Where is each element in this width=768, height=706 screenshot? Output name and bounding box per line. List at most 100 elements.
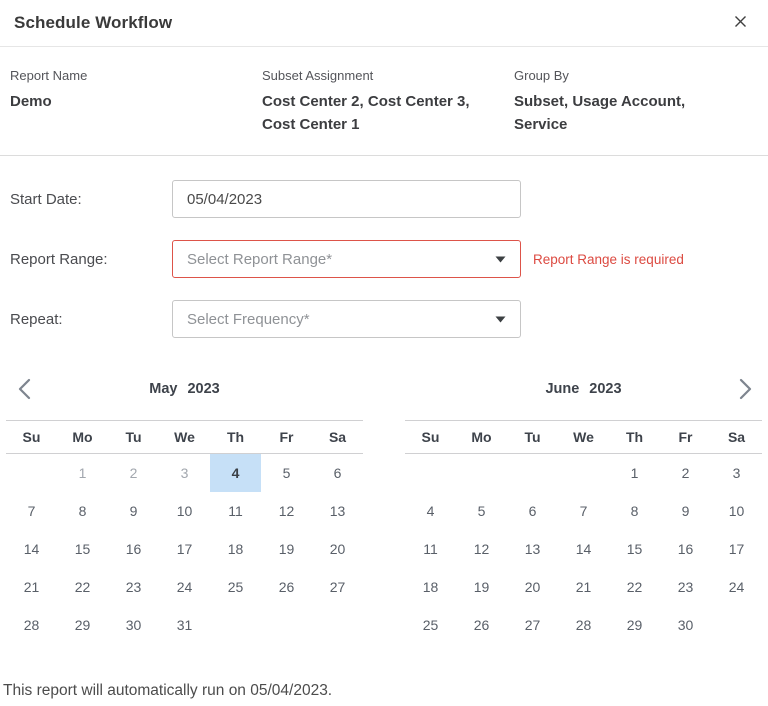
calendar-day[interactable]: 4 bbox=[210, 454, 261, 492]
calendar-day[interactable]: 31 bbox=[159, 606, 210, 644]
weekday-row: SuMoTuWeThFrSa bbox=[6, 420, 363, 454]
calendar-day[interactable]: 5 bbox=[456, 492, 507, 530]
calendar-day[interactable]: 6 bbox=[507, 492, 558, 530]
calendar-day[interactable]: 19 bbox=[456, 568, 507, 606]
calendar-day[interactable]: 27 bbox=[507, 606, 558, 644]
month-year: 2023 bbox=[589, 381, 621, 397]
calendar-day[interactable]: 2 bbox=[660, 454, 711, 492]
calendar-day[interactable]: 27 bbox=[312, 568, 363, 606]
calendar-day[interactable]: 12 bbox=[261, 492, 312, 530]
calendar-day[interactable]: 15 bbox=[609, 530, 660, 568]
calendar-day[interactable]: 18 bbox=[210, 530, 261, 568]
calendar-day[interactable]: 24 bbox=[711, 568, 762, 606]
calendar-day[interactable]: 1 bbox=[609, 454, 660, 492]
calendar-day[interactable]: 21 bbox=[558, 568, 609, 606]
report-range-select[interactable]: Select Report Range* bbox=[172, 240, 521, 278]
weekday-label: Tu bbox=[507, 421, 558, 453]
calendar-day[interactable]: 10 bbox=[159, 492, 210, 530]
calendar-day[interactable]: 25 bbox=[405, 606, 456, 644]
subset-assignment-label: Subset Assignment bbox=[262, 68, 492, 83]
calendar-day[interactable]: 30 bbox=[108, 606, 159, 644]
calendar-day-empty bbox=[261, 606, 312, 644]
calendar-day[interactable]: 21 bbox=[6, 568, 57, 606]
report-range-label: Report Range: bbox=[10, 251, 172, 268]
calendar-day[interactable]: 5 bbox=[261, 454, 312, 492]
calendar-day[interactable]: 17 bbox=[159, 530, 210, 568]
month-title: June2023 bbox=[545, 381, 621, 397]
calendar-day[interactable]: 16 bbox=[660, 530, 711, 568]
group-by-column: Group By Subset, Usage Account, Service bbox=[514, 68, 758, 136]
calendar-day[interactable]: 19 bbox=[261, 530, 312, 568]
weekday-label: Tu bbox=[108, 421, 159, 453]
calendar-day[interactable]: 25 bbox=[210, 568, 261, 606]
weekday-label: We bbox=[159, 421, 210, 453]
calendar-day[interactable]: 8 bbox=[57, 492, 108, 530]
weekday-label: We bbox=[558, 421, 609, 453]
calendar-day[interactable]: 15 bbox=[57, 530, 108, 568]
calendar-day[interactable]: 29 bbox=[609, 606, 660, 644]
calendar-day-empty bbox=[405, 454, 456, 492]
calendar-day[interactable]: 8 bbox=[609, 492, 660, 530]
calendar-day[interactable]: 26 bbox=[456, 606, 507, 644]
calendar-day[interactable]: 7 bbox=[6, 492, 57, 530]
calendar-june-header: June2023 bbox=[405, 374, 762, 404]
weekday-label: Sa bbox=[312, 421, 363, 453]
start-date-label: Start Date: bbox=[10, 191, 172, 208]
calendar-day: 2 bbox=[108, 454, 159, 492]
calendar-day[interactable]: 26 bbox=[261, 568, 312, 606]
day-grid: 1234567891011121314151617181920212223242… bbox=[405, 454, 762, 644]
chevron-left-icon bbox=[18, 378, 31, 403]
calendar-day-empty bbox=[711, 606, 762, 644]
calendar-day[interactable]: 3 bbox=[711, 454, 762, 492]
weekday-label: Mo bbox=[57, 421, 108, 453]
weekday-label: Su bbox=[405, 421, 456, 453]
calendar-day[interactable]: 23 bbox=[660, 568, 711, 606]
calendar-day[interactable]: 13 bbox=[312, 492, 363, 530]
start-date-input[interactable] bbox=[172, 180, 521, 218]
day-grid: 1234567891011121314151617181920212223242… bbox=[6, 454, 363, 644]
auto-run-note: This report will automatically run on 05… bbox=[0, 682, 768, 700]
weekday-label: Th bbox=[609, 421, 660, 453]
subset-assignment-column: Subset Assignment Cost Center 2, Cost Ce… bbox=[262, 68, 514, 136]
repeat-select[interactable]: Select Frequency* bbox=[172, 300, 521, 338]
calendar-day[interactable]: 6 bbox=[312, 454, 363, 492]
calendar-day[interactable]: 18 bbox=[405, 568, 456, 606]
calendar-day[interactable]: 22 bbox=[57, 568, 108, 606]
calendar-day[interactable]: 16 bbox=[108, 530, 159, 568]
month-year: 2023 bbox=[187, 381, 219, 397]
calendar-day-empty bbox=[558, 454, 609, 492]
calendar-day[interactable]: 7 bbox=[558, 492, 609, 530]
calendar-day[interactable]: 29 bbox=[57, 606, 108, 644]
calendar-day[interactable]: 9 bbox=[660, 492, 711, 530]
calendar-day[interactable]: 9 bbox=[108, 492, 159, 530]
modal-header: Schedule Workflow bbox=[0, 0, 768, 47]
prev-month-button[interactable] bbox=[16, 376, 33, 405]
next-month-button[interactable] bbox=[737, 376, 754, 405]
calendar-day[interactable]: 20 bbox=[507, 568, 558, 606]
calendar-day[interactable]: 11 bbox=[210, 492, 261, 530]
calendar-day-empty bbox=[507, 454, 558, 492]
calendar-day[interactable]: 23 bbox=[108, 568, 159, 606]
calendar-day[interactable]: 14 bbox=[6, 530, 57, 568]
calendar-day[interactable]: 13 bbox=[507, 530, 558, 568]
calendar-day[interactable]: 4 bbox=[405, 492, 456, 530]
calendar-day[interactable]: 20 bbox=[312, 530, 363, 568]
report-range-row: Report Range: Select Report Range* Repor… bbox=[10, 240, 758, 278]
repeat-label: Repeat: bbox=[10, 311, 172, 328]
chevron-right-icon bbox=[739, 378, 752, 403]
calendar-day[interactable]: 28 bbox=[558, 606, 609, 644]
close-icon bbox=[733, 14, 748, 32]
calendar-day[interactable]: 14 bbox=[558, 530, 609, 568]
calendar-day[interactable]: 30 bbox=[660, 606, 711, 644]
calendar-day: 3 bbox=[159, 454, 210, 492]
calendar-day[interactable]: 17 bbox=[711, 530, 762, 568]
close-button[interactable] bbox=[729, 10, 752, 36]
calendar-day[interactable]: 11 bbox=[405, 530, 456, 568]
month-title: May2023 bbox=[149, 381, 219, 397]
calendar-day[interactable]: 24 bbox=[159, 568, 210, 606]
calendar-day[interactable]: 12 bbox=[456, 530, 507, 568]
calendar-may: May2023 SuMoTuWeThFrSa 12345678910111213… bbox=[6, 374, 363, 644]
calendar-day[interactable]: 28 bbox=[6, 606, 57, 644]
calendar-day[interactable]: 22 bbox=[609, 568, 660, 606]
calendar-day[interactable]: 10 bbox=[711, 492, 762, 530]
